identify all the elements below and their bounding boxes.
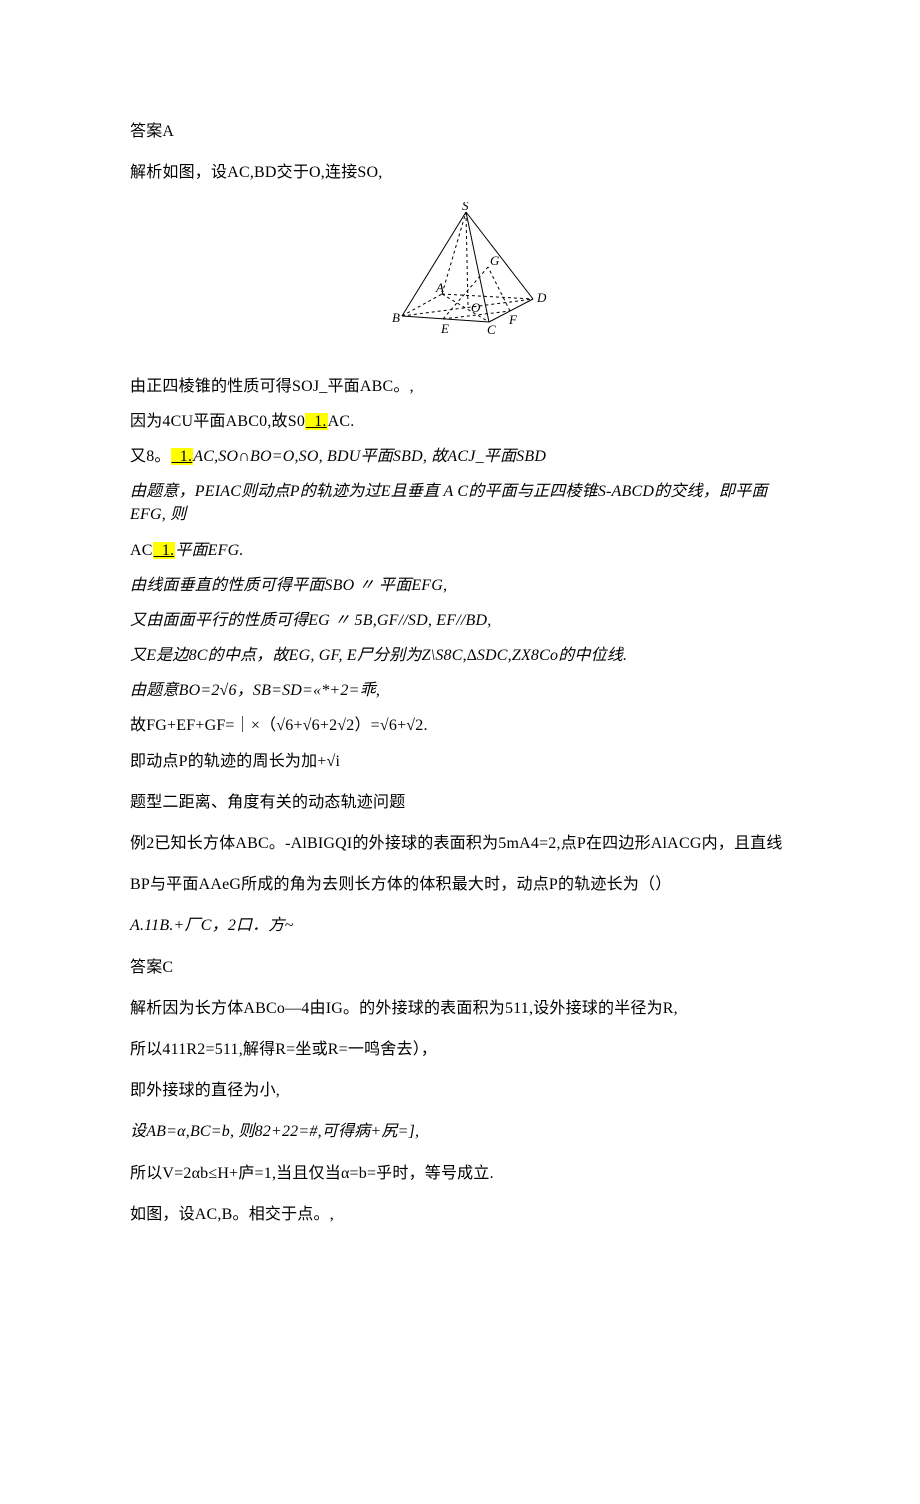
section-heading: 题型二距离、角度有关的动态轨迹问题 — [130, 791, 800, 814]
fig-label-O: O — [471, 300, 481, 315]
fig-label-D: D — [536, 290, 547, 305]
para-6a-text: AC — [130, 542, 153, 559]
highlight-2: _1. — [171, 448, 194, 465]
fig-label-F: F — [508, 312, 518, 327]
fig-label-S: S — [462, 202, 469, 213]
para-3a-text: 因为4CU平面ABC0,故S0 — [130, 413, 305, 430]
example-2-options: A.11B.+厂C，2口．方~ — [130, 914, 800, 937]
para-8: 又由面面平行的性质可得EG 〃 5B,GF//SD, EF//BD, — [130, 609, 800, 632]
pyramid-figure: S A B C D E F G O — [130, 202, 800, 344]
para-4b-text: AC,SO∩BO=O,SO, BDU平面SBD, 故ACJ_平面SBD — [193, 448, 546, 465]
example-2-analysis-6: 如图，设AC,B。相交于点。, — [130, 1203, 800, 1226]
para-6b-text: 平面EFG. — [175, 542, 243, 559]
para-2: 由正四棱锥的性质可得SOJ_平面ABC。, — [130, 375, 800, 398]
para-4: 又8。_1.AC,SO∩BO=O,SO, BDU平面SBD, 故ACJ_平面SB… — [130, 445, 800, 468]
para-12: 即动点P的轨迹的周长为加+√i — [130, 750, 800, 773]
para-5: 由题意，PEIAC则动点P的轨迹为过E且垂直 A C的平面与正四棱锥S-ABCD… — [130, 480, 800, 526]
para-3b-text: AC. — [328, 413, 355, 430]
example-2-analysis-1: 解析因为长方体ABCo—4由IG。的外接球的表面积为511,设外接球的半径为R, — [130, 997, 800, 1020]
example-2-analysis-2: 所以411R2=511,解得R=坐或R=一鸣舍去）， — [130, 1038, 800, 1061]
para-11: 故FG+EF+GF=｜×（√6+√6+2√2）=√6+√2. — [130, 714, 800, 737]
para-10: 由题意BO=2√6，SB=SD=«*+2=乖, — [130, 679, 800, 702]
para-6: AC_1.平面EFG. — [130, 539, 800, 562]
example-2-answer: 答案C — [130, 956, 800, 979]
example-2-stem-1: 例2已知长方体ABC。-AlBIGQI的外接球的表面积为5mA4=2,点P在四边… — [130, 832, 800, 855]
para-5-text: 由题意，PEIAC则动点P的轨迹为过E且垂直 A C的平面与正四棱锥S-ABCD… — [130, 483, 768, 523]
para-9: 又E是边8C的中点，故EG, GF, E尸分别为Z\S8C,∆SDC,ZX8Co… — [130, 644, 800, 667]
fig-label-E: E — [440, 321, 449, 336]
highlight-3: _1. — [153, 542, 176, 559]
answer-label: 答案A — [130, 120, 800, 143]
para-3: 因为4CU平面ABC0,故S0_1.AC. — [130, 410, 800, 433]
para-4a-text: 又8。 — [130, 448, 171, 465]
fig-label-B: B — [392, 310, 400, 325]
example-2-analysis-3: 即外接球的直径为小, — [130, 1079, 800, 1102]
fig-label-G: G — [490, 253, 500, 268]
fig-label-A: A — [435, 280, 444, 295]
para-7: 由线面垂直的性质可得平面SBO 〃 平面EFG, — [130, 574, 800, 597]
fig-label-C: C — [487, 322, 496, 337]
example-2-analysis-5: 所以V=2αb≤H+庐=1,当且仅当α=b=乎时，等号成立. — [130, 1162, 800, 1185]
analysis-intro: 解析如图，设AC,BD交于O,连接SO, — [130, 161, 800, 184]
example-2-analysis-4: 设AB=α,BC=b, 则82+22=#,可得病+尻=], — [130, 1120, 800, 1143]
example-2-stem-2: BP与平面AAeG所成的角为去则长方体的体积最大时，动点P的轨迹长为（） — [130, 873, 800, 896]
highlight-1: _1. — [305, 413, 328, 430]
